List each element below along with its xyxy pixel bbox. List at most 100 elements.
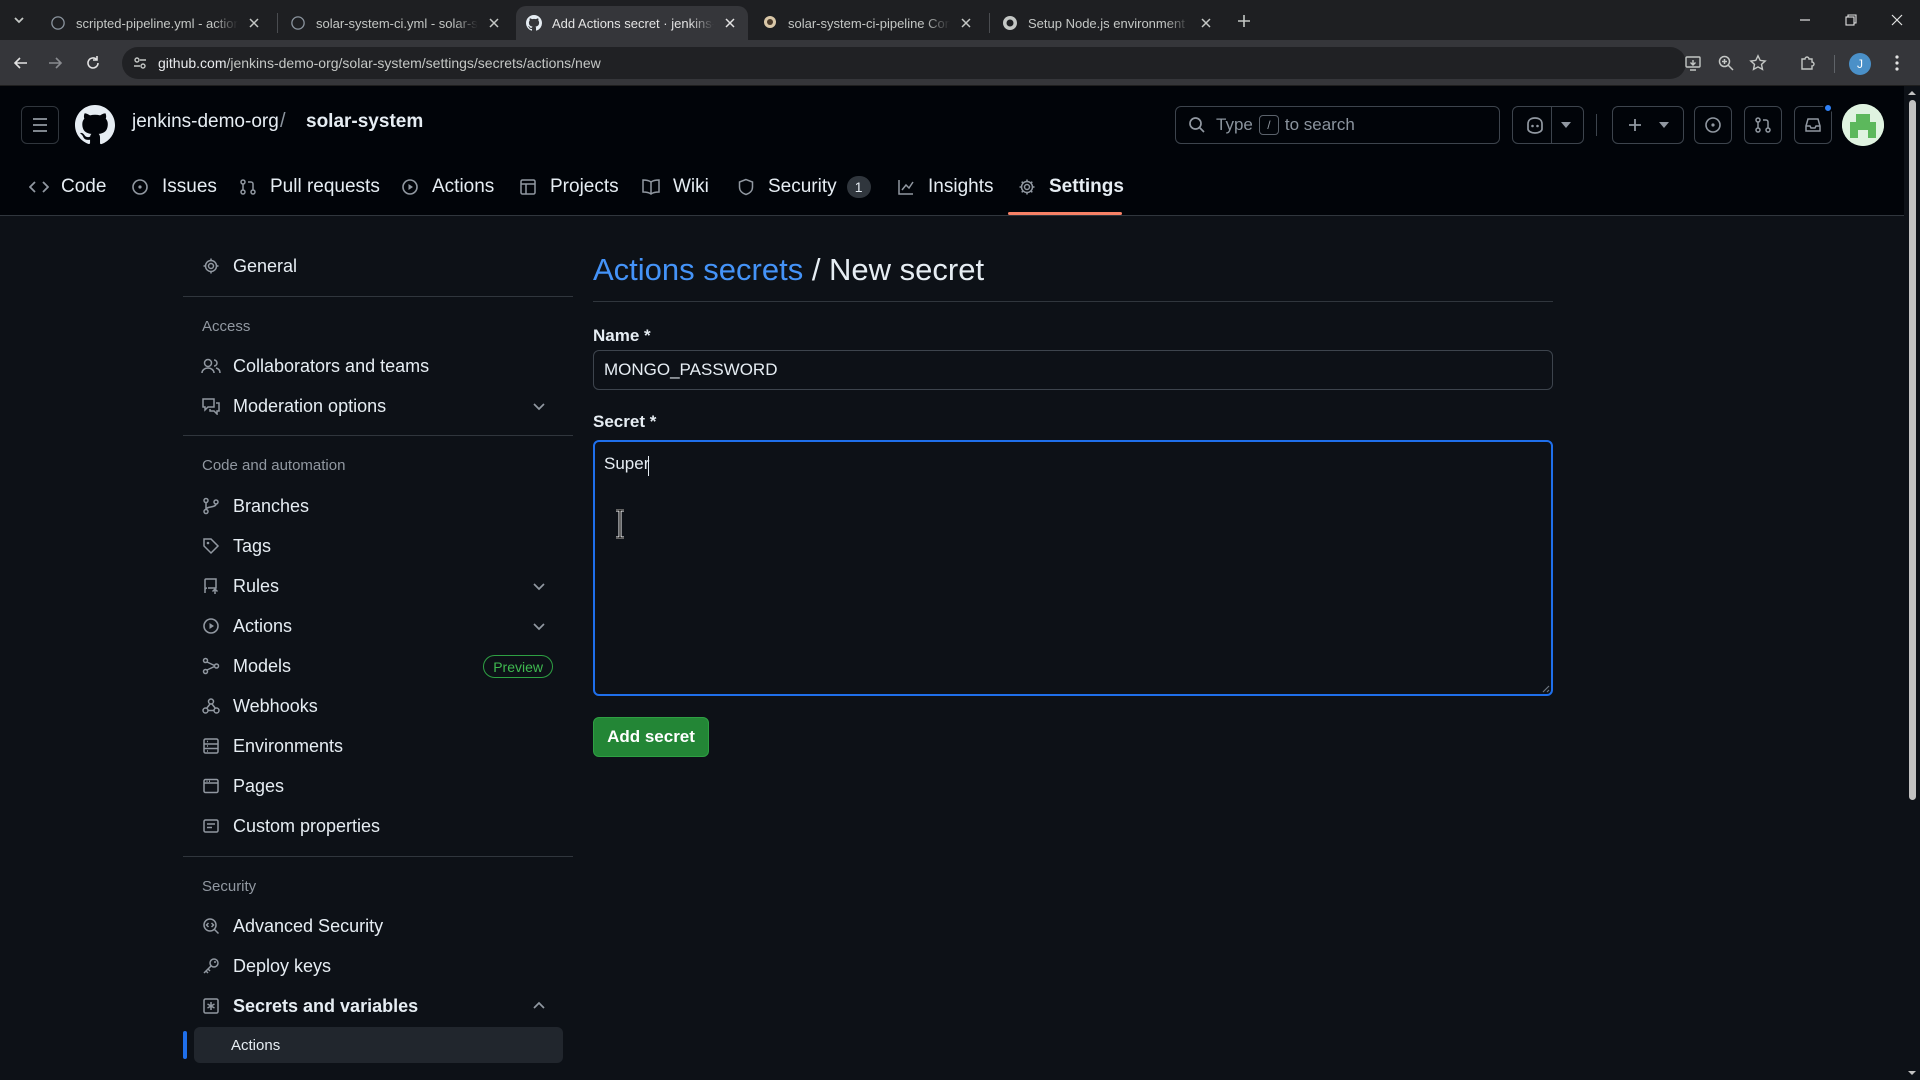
sidebar-item-models[interactable]: Models Preview <box>201 646 563 686</box>
repo-tab-actions[interactable]: Actions <box>400 158 494 216</box>
sidebar-item-label: Deploy keys <box>233 955 332 976</box>
url-text: github.com/jenkins-demo-org/solar-system… <box>158 55 601 71</box>
sidebar-item-rules[interactable]: Rules <box>201 566 563 606</box>
repo-tab-projects[interactable]: Projects <box>518 158 619 216</box>
user-avatar[interactable] <box>1842 104 1884 146</box>
search-shortcut-key: / <box>1258 115 1279 135</box>
resize-handle-icon[interactable] <box>1540 683 1550 693</box>
tab-title: Add Actions secret · jenkins-de <box>552 15 714 31</box>
sidebar-item-collaborators[interactable]: Collaborators and teams <box>201 346 563 386</box>
people-icon <box>201 356 221 376</box>
url-path: /jenkins-demo-org/solar-system/settings/… <box>226 55 601 71</box>
sidebar-item-deploy-keys[interactable]: Deploy keys <box>201 946 563 986</box>
repo-tab-label: Security <box>768 176 837 197</box>
scroll-down-icon[interactable] <box>1904 1068 1920 1078</box>
repo-tab-insights[interactable]: Insights <box>896 158 993 216</box>
browser-tab[interactable]: solar-system-ci-pipeline Config <box>752 6 984 40</box>
sidebar-item-tags[interactable]: Tags <box>201 526 563 566</box>
new-tab-button[interactable] <box>1231 9 1257 33</box>
notification-dot <box>1823 103 1833 113</box>
issues-button[interactable] <box>1694 106 1732 144</box>
minimize-button[interactable] <box>1782 0 1828 40</box>
extensions-button[interactable] <box>1793 48 1823 78</box>
close-icon[interactable] <box>486 15 502 31</box>
chevron-down-icon <box>1659 122 1669 128</box>
repo-tab-settings[interactable]: Settings <box>1017 158 1124 216</box>
sidebar-item-webhooks[interactable]: Webhooks <box>201 686 563 726</box>
actions-secrets-link[interactable]: Actions secrets <box>593 252 803 287</box>
browser-tab-active[interactable]: Add Actions secret · jenkins-de <box>516 6 748 40</box>
profile-avatar[interactable]: J <box>1849 53 1871 75</box>
repo-tab-label: Wiki <box>673 176 709 197</box>
create-new-button[interactable] <box>1612 106 1684 144</box>
scrollbar-thumb[interactable] <box>1909 100 1916 800</box>
browser-tab[interactable]: Setup Node.js environment · Ac <box>992 6 1224 40</box>
reload-button[interactable] <box>78 48 108 78</box>
close-icon[interactable] <box>1198 15 1214 31</box>
pull-requests-button[interactable] <box>1744 106 1782 144</box>
server-icon <box>201 736 221 756</box>
sidebar-item-label: Custom properties <box>233 815 381 836</box>
browser-tab[interactable]: solar-system-ci.yml - solar-syst <box>280 6 512 40</box>
selected-indicator <box>183 1031 187 1059</box>
secret-name-input[interactable] <box>593 350 1553 390</box>
sidebar-item-advanced-security[interactable]: Advanced Security <box>201 906 563 946</box>
tab-separator <box>989 13 990 33</box>
repo-tab-wiki[interactable]: Wiki <box>641 158 709 216</box>
secret-value-textarea[interactable]: Super <box>593 440 1553 696</box>
browser-menu-button[interactable] <box>1882 48 1912 78</box>
sidebar-subitem-secrets-actions[interactable]: Actions <box>194 1027 563 1063</box>
toolbar-divider <box>1834 55 1835 73</box>
search-input[interactable]: Type / to search <box>1175 106 1500 144</box>
close-icon[interactable] <box>246 15 262 31</box>
sidebar-item-label: Environments <box>233 735 344 756</box>
zoom-button[interactable] <box>1711 48 1741 78</box>
back-button[interactable] <box>6 48 36 78</box>
repo-tab-label: Settings <box>1049 176 1124 197</box>
breadcrumb-owner[interactable]: jenkins-demo-org <box>132 111 279 133</box>
sidebar-item-custom-properties[interactable]: Custom properties <box>201 806 563 846</box>
tab-search-button[interactable] <box>7 8 31 32</box>
play-icon <box>400 177 420 197</box>
comment-discussion-icon <box>201 396 221 416</box>
sidebar-divider <box>183 296 573 297</box>
forward-button[interactable] <box>40 48 70 78</box>
key-icon <box>201 956 221 976</box>
breadcrumb-repo[interactable]: solar-system <box>306 111 423 133</box>
sidebar-item-label: Tags <box>233 535 272 556</box>
sidebar-item-label: Actions <box>231 1036 281 1054</box>
bookmark-button[interactable] <box>1743 48 1773 78</box>
repo-tab-label: Pull requests <box>270 176 380 197</box>
zoom-icon <box>1718 55 1734 71</box>
page-scrollbar[interactable] <box>1904 86 1920 1080</box>
sidebar-item-secrets-variables[interactable]: Secrets and variables <box>201 986 563 1026</box>
sidebar-item-general[interactable]: General <box>201 246 563 286</box>
browser-tab[interactable]: scripted-pipeline.yml - actions- <box>40 6 272 40</box>
copilot-button[interactable] <box>1512 106 1584 144</box>
repo-tab-pull-requests[interactable]: Pull requests <box>238 158 380 216</box>
tab-title: scripted-pipeline.yml - actions- <box>76 15 238 31</box>
restore-button[interactable] <box>1828 0 1874 40</box>
global-nav-button[interactable] <box>21 106 59 144</box>
repo-tab-issues[interactable]: Issues <box>130 158 217 216</box>
sidebar-item-environments[interactable]: Environments <box>201 726 563 766</box>
sidebar-item-moderation[interactable]: Moderation options <box>201 386 563 426</box>
address-bar[interactable]: github.com/jenkins-demo-org/solar-system… <box>122 47 1686 79</box>
sidebar-item-actions[interactable]: Actions <box>201 606 563 646</box>
site-info-icon[interactable] <box>126 49 154 77</box>
star-icon <box>1749 54 1767 71</box>
add-secret-button[interactable]: Add secret <box>593 717 709 757</box>
repo-tab-code[interactable]: Code <box>29 158 106 216</box>
github-logo-icon[interactable] <box>75 105 115 145</box>
repo-tab-security[interactable]: Security 1 <box>736 158 871 216</box>
sidebar-item-pages[interactable]: Pages <box>201 766 563 806</box>
play-icon <box>201 616 221 636</box>
sidebar-item-label: General <box>233 255 298 276</box>
close-icon[interactable] <box>958 15 974 31</box>
install-app-button[interactable] <box>1678 48 1708 78</box>
close-window-button[interactable] <box>1874 0 1920 40</box>
sidebar-item-branches[interactable]: Branches <box>201 486 563 526</box>
chevron-down-icon <box>533 623 545 631</box>
close-icon[interactable] <box>722 15 738 31</box>
scroll-up-icon[interactable] <box>1904 88 1920 98</box>
